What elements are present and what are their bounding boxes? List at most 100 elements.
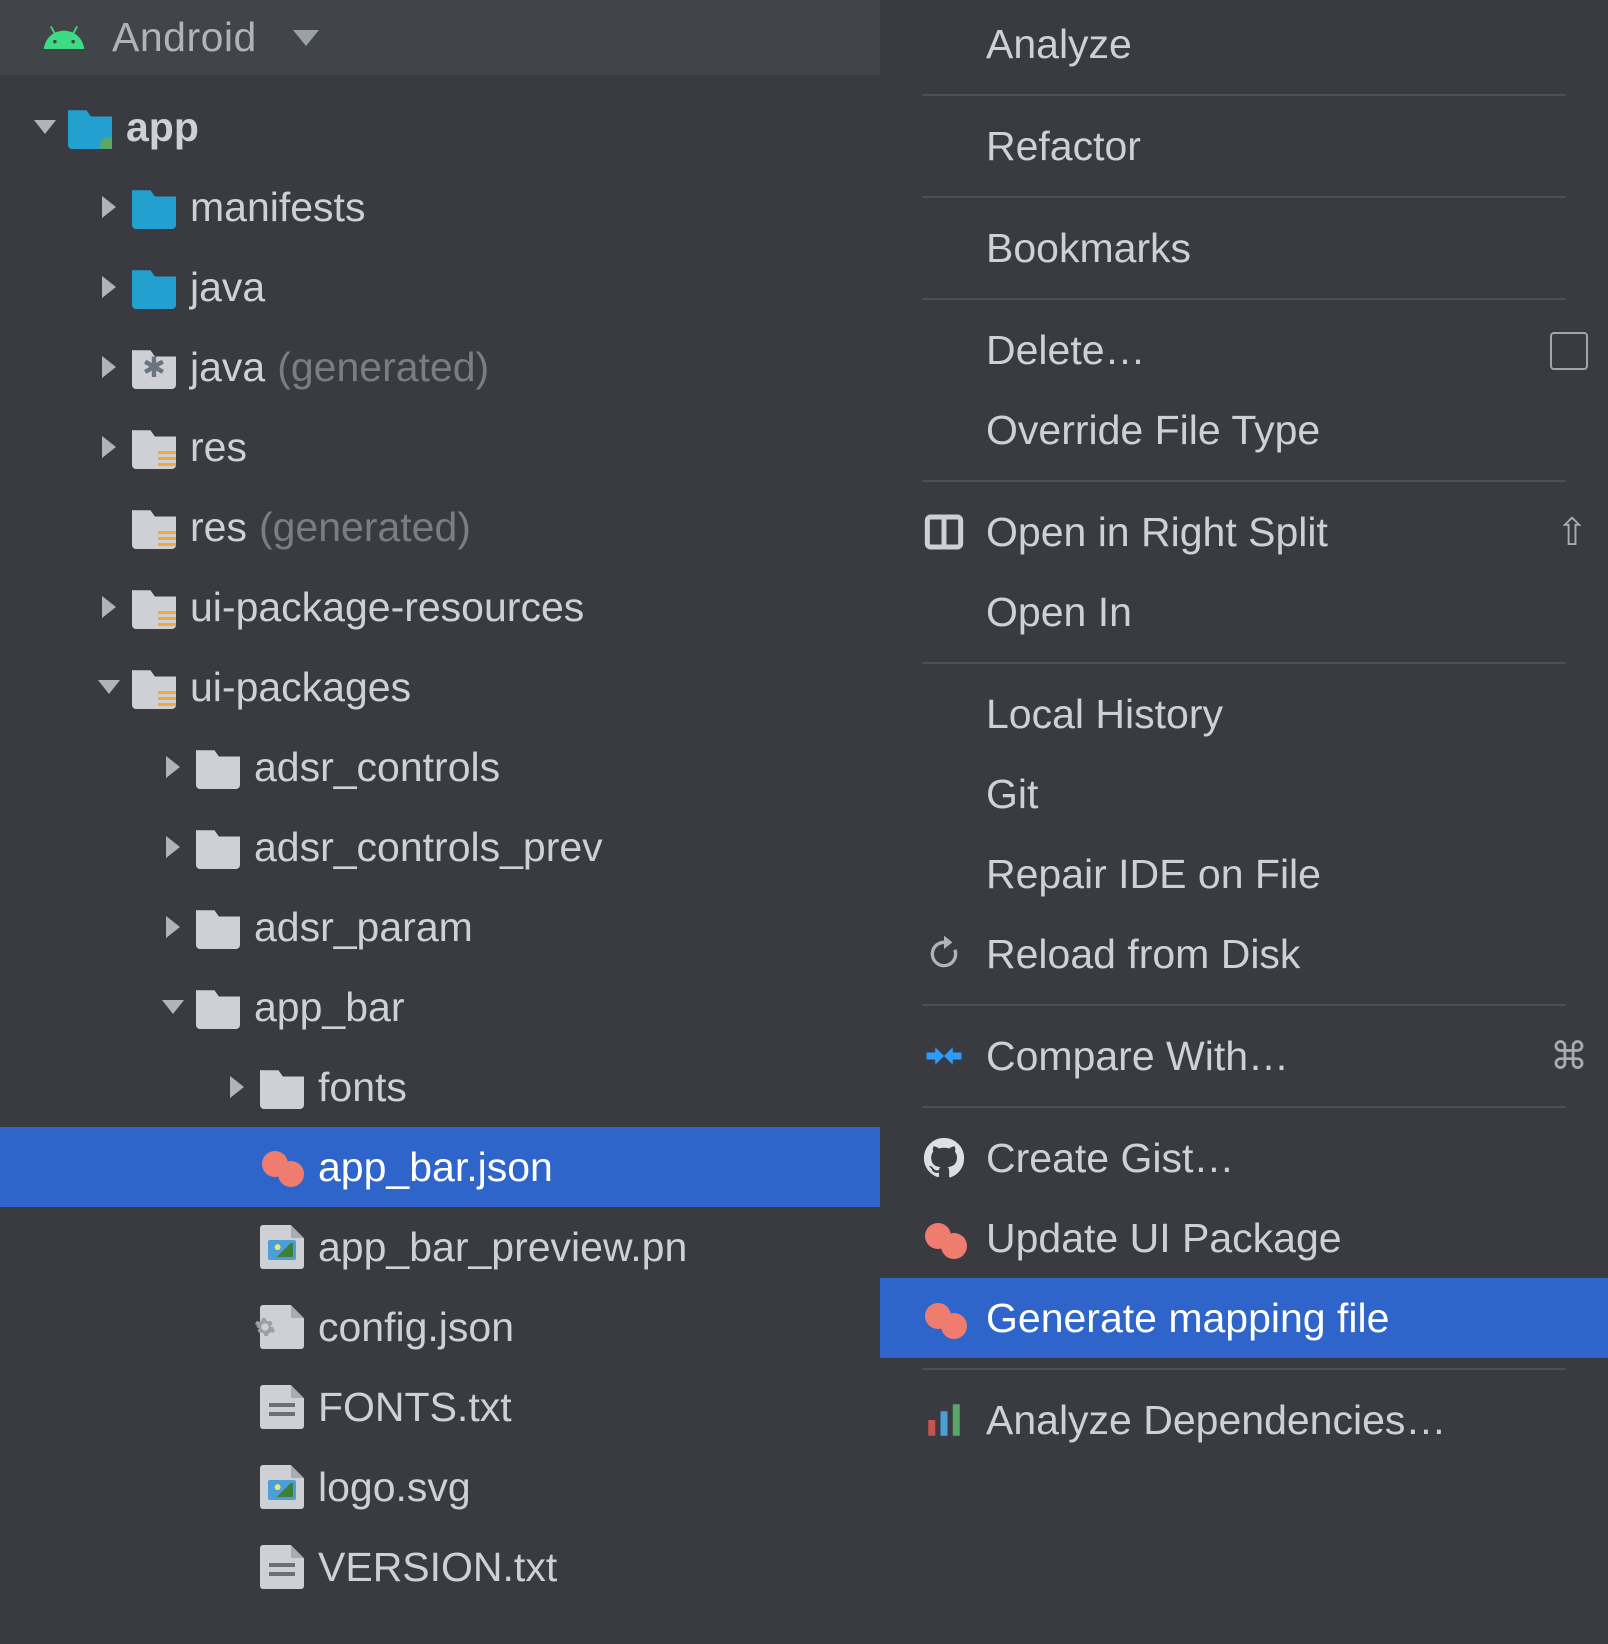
chevron-right-icon[interactable] xyxy=(156,830,190,864)
tree-row[interactable]: adsr_param xyxy=(0,887,880,967)
menu-item[interactable]: Analyze Dependencies… xyxy=(880,1380,1608,1460)
chevron-right-icon[interactable] xyxy=(156,910,190,944)
resource-folder-icon xyxy=(132,665,176,709)
menu-item[interactable]: Update UI Package xyxy=(880,1198,1608,1278)
menu-item-label: Git xyxy=(986,771,1038,818)
resource-folder-icon xyxy=(132,585,176,629)
chevron-right-icon[interactable] xyxy=(92,270,126,304)
menu-separator xyxy=(922,94,1566,96)
chevron-down-icon[interactable] xyxy=(28,110,62,144)
tree-row[interactable]: app xyxy=(0,87,880,167)
menu-separator xyxy=(922,1106,1566,1108)
chevron-right-icon[interactable] xyxy=(92,430,126,464)
menu-separator xyxy=(922,1368,1566,1370)
menu-item-label: Open In xyxy=(986,589,1132,636)
chevron-placeholder xyxy=(220,1470,254,1504)
menu-item[interactable]: Override File Type xyxy=(880,390,1608,470)
menu-item[interactable]: Delete… xyxy=(880,310,1608,390)
menu-item-label: Bookmarks xyxy=(986,225,1191,272)
menu-item[interactable]: Compare With…⌘ xyxy=(880,1016,1608,1096)
menu-item[interactable]: Open In xyxy=(880,572,1608,652)
tree-row[interactable]: java xyxy=(0,247,880,327)
menu-item[interactable]: Bookmarks xyxy=(880,208,1608,288)
tree-row[interactable]: ui-package-resources xyxy=(0,567,880,647)
tree-row[interactable]: adsr_controls xyxy=(0,727,880,807)
menu-item[interactable]: Open in Right Split ⇧ xyxy=(880,492,1608,572)
menu-separator xyxy=(922,662,1566,664)
menu-shortcut: ⇧ xyxy=(1556,510,1588,555)
tree-row[interactable]: FONTS.txt xyxy=(0,1367,880,1447)
resource-folder-icon xyxy=(132,505,176,549)
tree-row[interactable]: app_bar_preview.pn xyxy=(0,1207,880,1287)
tree-row[interactable]: config.json xyxy=(0,1287,880,1367)
menu-item-label: Update UI Package xyxy=(986,1215,1342,1262)
reload-icon xyxy=(922,932,966,976)
tree-row[interactable]: res xyxy=(0,407,880,487)
tree-row-label: FONTS.txt xyxy=(318,1384,512,1431)
tree-row[interactable]: app_bar.json xyxy=(0,1127,880,1207)
menu-item-label: Analyze Dependencies… xyxy=(986,1397,1446,1444)
tree-row[interactable]: logo.svg xyxy=(0,1447,880,1527)
tree-row[interactable]: VERSION.txt xyxy=(0,1527,880,1607)
chevron-right-icon[interactable] xyxy=(92,190,126,224)
chevron-right-icon[interactable] xyxy=(220,1070,254,1104)
menu-shortcut: ⌘ xyxy=(1550,1034,1588,1079)
project-tree: appmanifestsjava✱java(generated)resres(g… xyxy=(0,75,880,1607)
tree-row[interactable]: ui-packages xyxy=(0,647,880,727)
menu-item[interactable]: Analyze xyxy=(880,4,1608,84)
tree-row[interactable]: app_bar xyxy=(0,967,880,1047)
menu-item-label: Open in Right Split xyxy=(986,509,1328,556)
menu-shortcut xyxy=(1550,329,1588,372)
menu-separator xyxy=(922,196,1566,198)
generated-folder-icon: ✱ xyxy=(132,345,176,389)
tree-row-suffix: (generated) xyxy=(277,344,489,391)
android-icon xyxy=(42,16,86,60)
tree-row-label: app_bar_preview.pn xyxy=(318,1224,687,1271)
menu-item-label: Local History xyxy=(986,691,1223,738)
tree-row-label: app xyxy=(126,104,199,151)
menu-item-label: Reload from Disk xyxy=(986,931,1300,978)
menu-item[interactable]: Generate mapping file xyxy=(880,1278,1608,1358)
tree-row[interactable]: res(generated) xyxy=(0,487,880,567)
text-file-icon xyxy=(260,1385,304,1429)
chevron-right-icon[interactable] xyxy=(156,750,190,784)
menu-separator xyxy=(922,298,1566,300)
tree-row[interactable]: adsr_controls_prev xyxy=(0,807,880,887)
tree-row-label: res xyxy=(190,504,247,551)
chevron-placeholder xyxy=(220,1390,254,1424)
menu-item-label: Refactor xyxy=(986,123,1141,170)
text-file-icon xyxy=(260,1545,304,1589)
folder-icon xyxy=(196,985,240,1029)
menu-item[interactable]: Refactor xyxy=(880,106,1608,186)
config-file-icon xyxy=(260,1305,304,1349)
menu-item-label: Create Gist… xyxy=(986,1135,1234,1182)
tree-row-label: fonts xyxy=(318,1064,407,1111)
tree-row[interactable]: ✱java(generated) xyxy=(0,327,880,407)
menu-item[interactable]: Reload from Disk xyxy=(880,914,1608,994)
menu-item[interactable]: Git xyxy=(880,754,1608,834)
tree-row[interactable]: fonts xyxy=(0,1047,880,1127)
menu-separator xyxy=(922,480,1566,482)
relay-package-icon xyxy=(922,1216,966,1260)
chevron-down-icon[interactable] xyxy=(92,670,126,704)
source-folder-icon xyxy=(132,185,176,229)
chevron-placeholder xyxy=(220,1150,254,1184)
folder-icon xyxy=(260,1065,304,1109)
module-folder-icon xyxy=(68,105,112,149)
menu-item[interactable]: Local History xyxy=(880,674,1608,754)
split-right-icon xyxy=(922,510,966,554)
analyze-deps-icon xyxy=(922,1398,966,1442)
menu-item-label: Repair IDE on File xyxy=(986,851,1321,898)
folder-icon xyxy=(196,745,240,789)
project-view-selector[interactable]: Android xyxy=(0,0,880,75)
chevron-down-icon[interactable] xyxy=(156,990,190,1024)
menu-item[interactable]: Create Gist… xyxy=(880,1118,1608,1198)
tree-row-label: app_bar xyxy=(254,984,404,1031)
tree-row-label: java xyxy=(190,264,265,311)
chevron-right-icon[interactable] xyxy=(92,590,126,624)
menu-item[interactable]: Repair IDE on File xyxy=(880,834,1608,914)
github-icon xyxy=(922,1136,966,1180)
chevron-right-icon[interactable] xyxy=(92,350,126,384)
image-file-icon xyxy=(260,1225,304,1269)
tree-row[interactable]: manifests xyxy=(0,167,880,247)
